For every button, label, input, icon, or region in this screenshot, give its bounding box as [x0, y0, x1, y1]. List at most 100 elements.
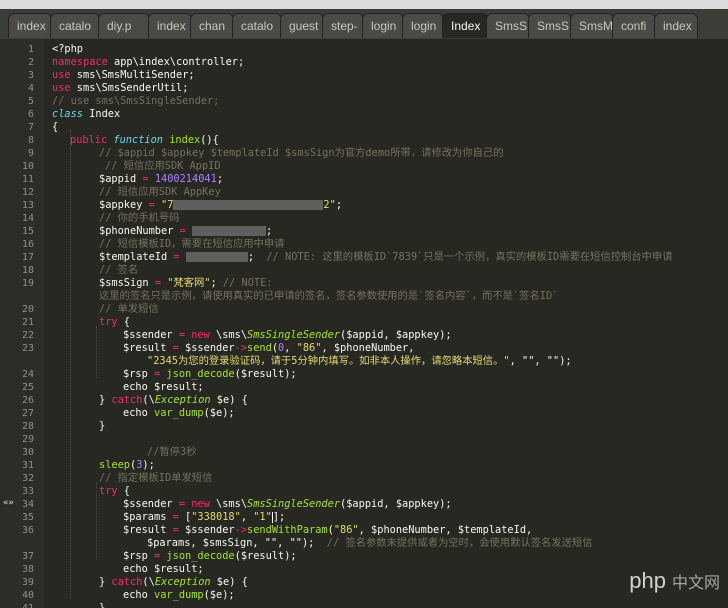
line-number: 40 — [21, 590, 34, 601]
line-number: 30 — [21, 447, 34, 458]
code-line-20: // 单发短信 — [99, 303, 159, 315]
line-number: 20 — [21, 304, 34, 315]
code-line-39: } catch(\Exception $e) { — [99, 576, 248, 588]
code-line-28: } — [99, 420, 106, 432]
code-line-4: use sms\SmsSenderUtil; — [52, 82, 189, 94]
tab-1[interactable]: catalo — [50, 13, 100, 38]
line-number: 24 — [21, 369, 34, 380]
line-number-gutter: 1 2 3 4 5 6 7 8 9 10 11 12 13 14 15 16 17 18 19 20 21 22 23 24 2… — [0, 39, 44, 608]
line-number: 26 — [21, 395, 34, 406]
line-number: 22 — [21, 330, 34, 341]
line-number — [0, 537, 34, 550]
code-line-8: public function index(){ — [70, 134, 219, 146]
code-line-18: // 签名 — [99, 264, 139, 276]
code-editor[interactable]: 1 2 3 4 5 6 7 8 9 10 11 12 13 14 15 16 17 18 19 20 21 22 23 24 2… — [0, 39, 728, 608]
line-number: 27 — [21, 408, 34, 419]
line-number: 29 — [21, 434, 34, 445]
tab-6[interactable]: guest — [280, 13, 324, 38]
code-line-19: $smsSign = "梵客网"; // NOTE: — [99, 277, 273, 289]
code-line-15: $phoneNumber = ; — [99, 225, 273, 237]
code-line-11: $appid = 1400214041; — [99, 173, 224, 185]
code-line-27: echo var_dump($e); — [123, 407, 235, 419]
line-number: 18 — [21, 265, 34, 276]
line-number: 11 — [21, 174, 34, 185]
code-line-33: try { — [99, 485, 131, 497]
code-line-41: } — [99, 602, 106, 608]
tab-3[interactable]: index — [148, 13, 192, 38]
line-number: 41 — [0, 602, 34, 608]
code-line-37: $rsp = json_decode($result); — [123, 550, 297, 562]
line-number — [0, 290, 34, 303]
line-number: 32 — [21, 473, 34, 484]
line-number: 19 — [21, 278, 34, 289]
tab-12[interactable]: SmsS — [528, 13, 572, 38]
code-line-23-wrap: "2345为您的登录验证码，请于5分钟内填写。如非本人操作，请忽略本短信。", … — [147, 355, 572, 367]
code-line-35: $params = ["338018", "1"]; — [123, 511, 286, 523]
code-line-13: $appkey = "7 2"; — [99, 199, 343, 211]
fold-marker-icon[interactable]: «» — [3, 498, 14, 508]
line-number: 8 — [27, 135, 34, 146]
line-number: 31 — [21, 460, 34, 471]
tab-0[interactable]: index — [8, 13, 52, 38]
code-line-34: $ssender = new \sms\SmsSingleSender($app… — [123, 498, 452, 510]
code-line-31: sleep(3); — [99, 459, 155, 471]
code-line-6: class Index — [52, 108, 121, 120]
tab-4[interactable]: chan — [190, 13, 234, 38]
window-top-strip — [0, 0, 728, 9]
code-line-19-wrap: 这里的签名只是示例，请使用真实的已申请的签名，签名参数使用的是`签名内容`，而不… — [99, 290, 559, 302]
code-line-9: // $appid $appkey $templateId $smsSign为官… — [99, 147, 504, 159]
line-number: 12 — [21, 187, 34, 198]
tab-5[interactable]: catalo — [232, 13, 282, 38]
line-number: 39 — [21, 577, 34, 588]
line-number: 15 — [21, 226, 34, 237]
line-number: 3 — [27, 70, 34, 81]
line-number: 37 — [21, 551, 34, 562]
code-line-10: // 短信应用SDK AppID — [105, 160, 221, 172]
line-number: 13 — [21, 200, 34, 211]
line-number: 9 — [27, 148, 34, 159]
code-line-3: use sms\SmsMultiSender; — [52, 69, 195, 81]
tab-10[interactable]: Index — [442, 13, 488, 38]
code-line-17: $templateId = ; // NOTE: 这里的模板ID`7839`只是… — [99, 251, 673, 263]
code-line-22: $ssender = new \sms\SmsSingleSender($app… — [123, 329, 452, 341]
php-cn-watermark: php 中文网 — [629, 568, 720, 593]
tab-8[interactable]: login — [362, 13, 404, 38]
code-line-23: $result = $ssender->send(0, "86", $phone… — [123, 342, 415, 354]
code-line-16: // 短信模板ID，需要在短信应用中申请 — [99, 238, 285, 250]
code-line-1: <?php — [52, 43, 83, 55]
code-line-25: echo $result; — [123, 381, 204, 393]
tab-15[interactable]: index — [654, 13, 698, 38]
indent-guide — [96, 482, 97, 560]
tab-13[interactable]: SmsM — [570, 13, 614, 38]
tab-9[interactable]: login — [402, 13, 444, 38]
line-number: 1 — [27, 44, 34, 55]
code-line-21: try { — [99, 316, 131, 328]
tab-14[interactable]: confi — [612, 13, 656, 38]
line-number: 23 — [21, 343, 34, 354]
code-area[interactable]: <?php namespace app\index\controller; us… — [52, 39, 728, 608]
line-number: 33 — [21, 486, 34, 497]
line-number: 5 — [27, 96, 34, 107]
code-line-26: } catch(\Exception $e) { — [99, 394, 248, 406]
line-number: 36 — [21, 525, 34, 536]
redacted-phone — [192, 226, 267, 236]
tab-11[interactable]: SmsS — [486, 13, 530, 38]
tab-2[interactable]: diy.p — [98, 13, 150, 38]
line-number: 25 — [21, 382, 34, 393]
line-number: 4 — [27, 83, 34, 94]
tab-bar: index catalo diy.p index chan catalo guest step… — [0, 0, 728, 39]
code-line-36: $result = $ssender->sendWithParam("86", … — [123, 524, 533, 536]
tab-7[interactable]: step- — [322, 13, 364, 38]
code-line-38: echo $result; — [123, 563, 204, 575]
line-number: 35 — [21, 512, 34, 523]
line-number: 10 — [21, 161, 34, 172]
code-line-7: { — [52, 121, 59, 133]
code-line-36-wrap: $params, $smsSign, "", ""); // 签名参数未提供或者… — [147, 537, 593, 549]
code-line-40: echo var_dump($e); — [123, 589, 235, 601]
indent-guide — [96, 326, 97, 378]
redacted-template-id — [185, 252, 248, 262]
line-number: 6 — [27, 109, 34, 120]
code-line-5: // use sms\SmsSingleSender; — [52, 95, 220, 107]
line-number: 16 — [21, 239, 34, 250]
line-number: 38 — [21, 564, 34, 575]
